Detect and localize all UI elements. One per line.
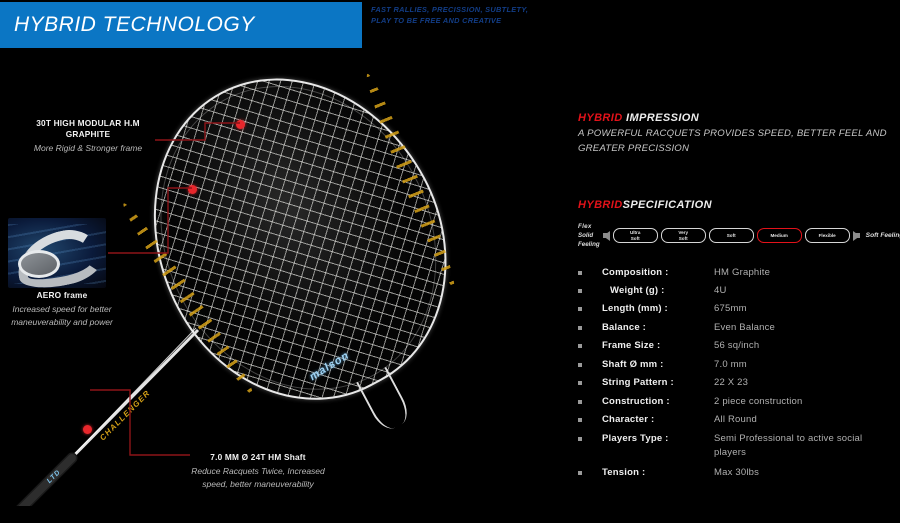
- table-row: Composition : HM Graphite: [578, 266, 896, 280]
- arrow-left-icon: [602, 230, 610, 241]
- info-panel: HYBRID IMPRESSION A POWERFUL RACQUETS PR…: [578, 112, 900, 484]
- flex-scale-title: Flex: [578, 222, 592, 230]
- page-title: HYBRID TECHNOLOGY: [14, 13, 255, 36]
- spec-key: Character :: [602, 414, 655, 426]
- spec-key: Length (mm) :: [602, 303, 668, 315]
- aero-frame-image: [8, 218, 106, 288]
- table-row: String Pattern : 22 X 23: [578, 376, 896, 390]
- table-row: Shaft Ø mm : 7.0 mm: [578, 358, 896, 372]
- spec-value: All Round: [714, 414, 757, 426]
- flex-option-line2: Soft: [630, 235, 640, 241]
- specification-heading: HYBRIDSPECIFICATION: [578, 199, 896, 211]
- flex-option-line2: Flexible: [818, 232, 836, 238]
- flex-scale-solid-label: Solid Feeling: [578, 232, 600, 249]
- spec-value: 7.0 mm: [714, 358, 747, 370]
- bullet-icon: [578, 307, 582, 312]
- bullet-icon: [578, 289, 582, 294]
- specification-table: Composition : HM Graphite Weight (g) : 4…: [578, 266, 896, 481]
- callout-shaft-subtitle: Reduce Racquets Twice, Increased speed, …: [191, 466, 325, 489]
- table-row: Character : All Round: [578, 413, 896, 427]
- aero-frame-cross-section: [18, 250, 60, 278]
- bullet-icon: [578, 381, 582, 386]
- specification-heading-rest: SPECIFICATION: [622, 198, 712, 211]
- table-row: Weight (g) : 4U: [578, 284, 896, 298]
- flex-scale-right-label: Soft Feeling: [865, 232, 900, 240]
- flex-option-line2: Soft: [678, 235, 688, 241]
- racket-graphic: malson: [64, 6, 561, 523]
- spec-value: 675mm: [714, 303, 747, 315]
- flex-option-soft[interactable]: Soft: [708, 228, 754, 244]
- spec-value: 2 piece construction: [714, 395, 803, 407]
- bullet-icon: [578, 270, 582, 275]
- callout-dot-aero[interactable]: [188, 185, 197, 194]
- spec-value: Even Balance: [714, 321, 776, 333]
- table-row: Length (mm) : 675mm: [578, 302, 896, 316]
- spec-key: Construction :: [602, 395, 670, 407]
- impression-heading-rest: IMPRESSION: [622, 112, 700, 124]
- callout-aero-title: AERO frame: [36, 290, 88, 300]
- spec-value: Semi Professional to active social playe…: [714, 432, 863, 458]
- callout-dot-shaft[interactable]: [83, 425, 92, 434]
- callout-graphite: 30T HIGH MODULAR H.M GRAPHITE More Rigid…: [18, 118, 158, 155]
- flex-option-flexible[interactable]: Flexible: [804, 228, 850, 244]
- callout-graphite-subtitle: More Rigid & Stronger frame: [33, 143, 143, 154]
- table-row: Construction : 2 piece construction: [578, 395, 896, 409]
- header-tagline: FAST RALLIES, PRECISSION, SUBTLETY, PLAY…: [371, 5, 529, 25]
- spec-value: 4U: [714, 285, 727, 297]
- table-row: Tension : Max 30lbs: [578, 466, 896, 480]
- table-row: Frame Size : 56 sq/inch: [578, 339, 896, 353]
- bullet-icon: [578, 325, 582, 330]
- spec-key: Weight (g) :: [610, 285, 665, 297]
- spec-key: String Pattern :: [602, 377, 674, 389]
- flex-option-medium[interactable]: Medium: [756, 228, 802, 244]
- impression-heading: HYBRID IMPRESSION: [578, 112, 896, 124]
- bullet-icon: [578, 418, 582, 423]
- callout-aero: AERO frame Increased speed for better ma…: [0, 290, 124, 328]
- impression-body: A POWERFUL RACQUETS PROVIDES SPEED, BETT…: [578, 128, 887, 154]
- flex-scale-left-label: Flex Solid Feeling: [578, 222, 600, 250]
- callout-graphite-title: 30T HIGH MODULAR H.M GRAPHITE: [36, 118, 140, 140]
- spec-value: Max 30lbs: [714, 467, 760, 479]
- callout-shaft: 7.0 MM Ø 24T HM Shaft Reduce Racquets Tw…: [182, 452, 334, 490]
- flex-option-ultra-soft[interactable]: Ultra Soft: [612, 228, 658, 244]
- racket-shaft-text: CHALLENGER: [98, 388, 153, 443]
- spec-key: Balance :: [602, 321, 647, 333]
- spec-value: HM Graphite: [714, 266, 771, 278]
- table-row: Balance : Even Balance: [578, 321, 896, 335]
- flex-option-line2: Medium: [770, 232, 788, 238]
- spec-value: 56 sq/inch: [714, 340, 760, 352]
- spec-key: Tension :: [602, 467, 646, 479]
- spec-key: Shaft Ø mm :: [602, 358, 664, 370]
- racket-grip-brand: LTD: [46, 468, 63, 485]
- flex-scale: Flex Solid Feeling Ultra Soft Very Soft …: [578, 222, 900, 250]
- bullet-icon: [578, 471, 582, 476]
- flex-option-very-soft[interactable]: Very Soft: [660, 228, 706, 244]
- callout-aero-subtitle: Increased speed for better maneuverabili…: [11, 304, 113, 327]
- spec-key: Players Type :: [602, 432, 669, 444]
- specification-heading-accent: HYBRID: [578, 198, 623, 211]
- bullet-icon: [578, 344, 582, 349]
- bullet-icon: [578, 399, 582, 404]
- callout-dot-graphite[interactable]: [236, 120, 245, 129]
- racket-throat: [356, 366, 414, 434]
- bullet-icon: [578, 436, 582, 441]
- impression-heading-accent: HYBRID: [578, 112, 623, 124]
- bullet-icon: [578, 362, 582, 367]
- racket-head-frame: [97, 26, 500, 450]
- callout-shaft-title: 7.0 MM Ø 24T HM Shaft: [210, 452, 306, 462]
- spec-key: Composition :: [602, 266, 669, 278]
- flex-option-line2: Soft: [726, 232, 736, 238]
- spec-value: 22 X 23: [714, 377, 749, 389]
- table-row: Players Type : Semi Professional to acti…: [578, 432, 896, 461]
- arrow-right-icon: [852, 230, 860, 241]
- spec-key: Frame Size :: [602, 340, 661, 352]
